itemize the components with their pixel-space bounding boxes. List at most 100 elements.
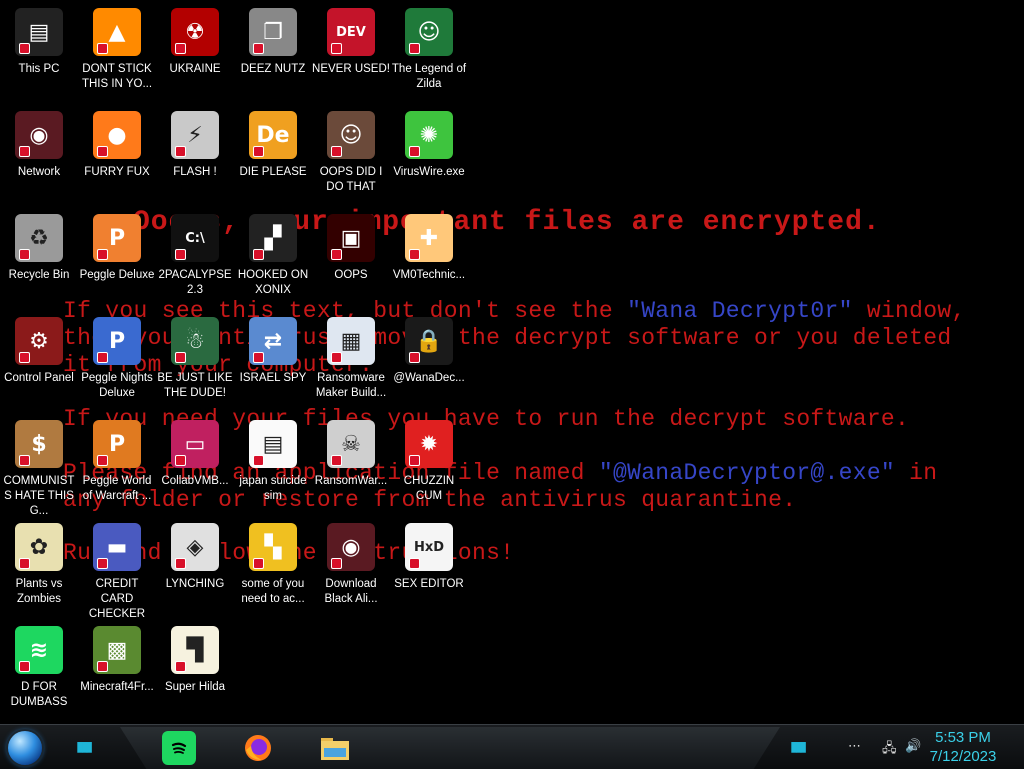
radiation-icon: ☢	[171, 8, 219, 56]
desktop-shortcut[interactable]: ▩ Minecraft4Fr...	[78, 626, 156, 695]
desktop-shortcut[interactable]: ✺ VirusWire.exe	[390, 111, 468, 180]
desktop-shortcut[interactable]: ⇄ ISRAEL SPY	[234, 317, 312, 386]
desktop-shortcut[interactable]: ☺ The Legend of Zilda	[390, 8, 468, 92]
desktop-shortcut[interactable]: ▦ Ransomware Maker Build...	[312, 317, 390, 401]
peggle-nights-icon: P	[93, 317, 141, 365]
vlc-cone-icon: ▲	[93, 8, 141, 56]
desktop-shortcut[interactable]: ♻ Recycle Bin	[0, 214, 78, 283]
desktop-shortcut[interactable]: ▚ some of you need to ac...	[234, 523, 312, 607]
desktop-shortcut[interactable]: ▤ This PC	[0, 8, 78, 77]
shortcut-badge-icon	[331, 352, 342, 363]
desktop-shortcut[interactable]: ◉ Network	[0, 111, 78, 180]
desktop-shortcut[interactable]: ▲ DONT STICK THIS IN YO...	[78, 8, 156, 92]
desktop-shortcut[interactable]: ✹ CHUZZIN CUM	[390, 420, 468, 504]
desktop-shortcut-label: Download Black Ali...	[324, 578, 378, 605]
desktop-shortcut-label: VirusWire.exe	[393, 166, 465, 178]
terminal-icon: C:\	[171, 214, 219, 262]
desktop-shortcut[interactable]: ☺ OOPS DID I DO THAT	[312, 111, 390, 195]
desktop-shortcut[interactable]: P Peggle World of Warcraft ...	[78, 420, 156, 504]
shortcut-badge-icon	[175, 249, 186, 260]
stacked-windows-icon: ❐	[249, 8, 297, 56]
desktop-shortcut[interactable]: 🔒 @WanaDec...	[390, 317, 468, 386]
desktop-shortcut[interactable]: ◉ Download Black Ali...	[312, 523, 390, 607]
desktop-shortcut-label: Minecraft4Fr...	[80, 681, 154, 693]
desktop-shortcut-label: OOPS DID I DO THAT	[319, 166, 383, 193]
show-desktop-icon[interactable]: ⋯	[848, 739, 861, 754]
window-app-icon: ▦	[327, 317, 375, 365]
desktop-shortcut[interactable]: P Peggle Deluxe	[78, 214, 156, 283]
desktop-shortcut[interactable]: HxD SEX EDITOR	[390, 523, 468, 592]
money-bag-icon: $	[15, 420, 63, 468]
pixel-dog-icon: ▚	[249, 523, 297, 571]
shortcut-badge-icon	[97, 146, 108, 157]
desktop-shortcut-label: some of you need to ac...	[241, 578, 305, 605]
desktop-shortcut-label: OOPS	[334, 269, 368, 281]
desktop-shortcut-label: FLASH !	[173, 166, 217, 178]
desktop-shortcut[interactable]: ✿ Plants vs Zombies	[0, 523, 78, 607]
desktop-shortcut[interactable]: ❐ DEEZ NUTZ	[234, 8, 312, 77]
shortcut-badge-icon	[253, 352, 264, 363]
desktop-shortcut[interactable]: ☃ BE JUST LIKE THE DUDE!	[156, 317, 234, 401]
firefox-icon: ●	[93, 111, 141, 159]
desktop-shortcut-label: D FOR DUMBASS	[10, 681, 68, 708]
shortcut-badge-icon	[19, 249, 30, 260]
system-clock[interactable]: 5:53 PM 7/12/2023	[918, 728, 1008, 766]
desktop-shortcut[interactable]: ☢ UKRAINE	[156, 8, 234, 77]
desktop-shortcut[interactable]: ⚙ Control Panel	[0, 317, 78, 386]
start-button[interactable]	[8, 731, 42, 765]
xonix-icon: ▞	[249, 214, 297, 262]
network-tray-icon[interactable]: 🖧	[882, 739, 897, 761]
desktop-shortcut[interactable]: ▜ Super Hilda	[156, 626, 234, 695]
desktop-shortcut-label: Plants vs Zombies	[15, 578, 63, 605]
desktop-shortcut[interactable]: ≋ D FOR DUMBASS	[0, 626, 78, 710]
desktop-shortcut[interactable]: ✚ VM0Technic...	[390, 214, 468, 283]
desktop-shortcut-label: This PC	[18, 63, 60, 75]
orb-icon: ◉	[327, 523, 375, 571]
shortcut-badge-icon	[97, 249, 108, 260]
flash-icon: ⚡	[171, 111, 219, 159]
flower-icon: ✿	[15, 523, 63, 571]
desktop-shortcut-label: VM0Technic...	[392, 269, 466, 281]
pixel-character-icon: ☺	[405, 8, 453, 56]
desktop-shortcut[interactable]: DEV NEVER USED!	[312, 8, 390, 77]
shortcut-badge-icon	[253, 249, 264, 260]
network-globe-icon: ◉	[15, 111, 63, 159]
desktop-shortcut-label: DIE PLEASE	[239, 166, 307, 178]
desktop-shortcut[interactable]: De DIE PLEASE	[234, 111, 312, 180]
shortcut-badge-icon	[175, 352, 186, 363]
portrait-icon: ☺	[327, 111, 375, 159]
die-icon: De	[249, 111, 297, 159]
taskbar-folder-icon[interactable]	[318, 731, 352, 765]
desktop-shortcut-label: RansomWar...	[314, 475, 388, 487]
desktop-shortcut[interactable]: ⚡ FLASH !	[156, 111, 234, 180]
desktop-shortcut[interactable]: ▬ CREDIT CARD CHECKER	[78, 523, 156, 622]
shortcut-badge-icon	[19, 43, 30, 54]
desktop-shortcut[interactable]: $ COMMUNISTS HATE THIS G...	[0, 420, 78, 519]
desktop-shortcut-label: BE JUST LIKE THE DUDE!	[157, 372, 233, 399]
desktop-shortcut[interactable]: ● FURRY FUX	[78, 111, 156, 180]
shortcut-badge-icon	[331, 43, 342, 54]
shortcut-badge-icon	[175, 455, 186, 466]
shortcut-badge-icon	[97, 558, 108, 569]
shortcut-badge-icon	[409, 558, 420, 569]
desktop-shortcut-label: ISRAEL SPY	[239, 372, 307, 384]
document-icon: ▤	[249, 420, 297, 468]
shortcut-badge-icon	[409, 352, 420, 363]
desktop-shortcut[interactable]: C:\ 2PACALYPSE 2.3	[156, 214, 234, 298]
shortcut-badge-icon	[409, 249, 420, 260]
shortcut-badge-icon	[409, 43, 420, 54]
desktop-shortcut[interactable]: ▭ CollabVMB...	[156, 420, 234, 489]
desktop-shortcut[interactable]: ☠ RansomWar...	[312, 420, 390, 489]
desktop-shortcut-label: Peggle Nights Deluxe	[81, 372, 153, 399]
taskbar-spotify-icon[interactable]	[162, 731, 196, 765]
desktop-shortcut[interactable]: ▤ japan suicide sim	[234, 420, 312, 504]
desktop-shortcut[interactable]: ▣ OOPS	[312, 214, 390, 283]
desktop-shortcut[interactable]: P Peggle Nights Deluxe	[78, 317, 156, 401]
shortcut-badge-icon	[331, 558, 342, 569]
clock-time: 5:53 PM	[935, 729, 991, 746]
taskbar-firefox-icon[interactable]	[241, 731, 275, 765]
wanadecryptor-icon: 🔒	[405, 317, 453, 365]
desktop-shortcut[interactable]: ◈ LYNCHING	[156, 523, 234, 592]
desktop-shortcut[interactable]: ▞ HOOKED ON XONIX	[234, 214, 312, 298]
shortcut-badge-icon	[19, 661, 30, 672]
